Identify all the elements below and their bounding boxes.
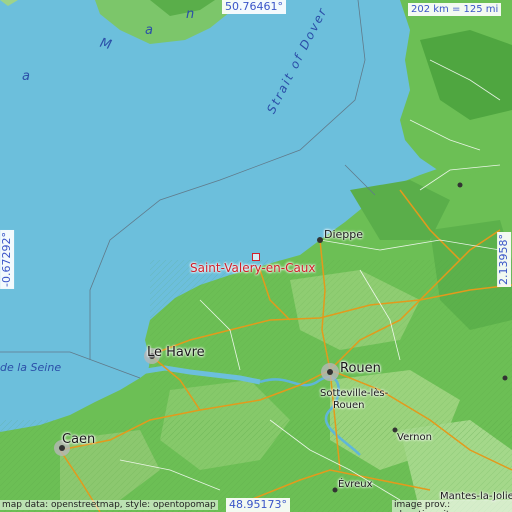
sea-letter-a1: a [22,69,30,84]
map-scale: 202 km = 125 mi [408,3,502,16]
baie-de-seine-label: de la Seine [0,361,62,374]
map-view[interactable]: 50.76461° 48.95173° -0.67292° 2.13958° 2… [0,0,512,512]
west-coordinate: -0.67292° [0,230,15,289]
south-coordinate: 48.95173° [226,498,290,512]
city-sotteville-rouen: Rouen [333,400,365,411]
city-evreux: Évreux [338,479,373,490]
city-rouen: Rouen [340,361,381,376]
east-coordinate: 2.13958° [497,232,512,287]
sea-letter-a2: a [145,23,153,38]
city-dieppe: Dieppe [324,228,364,241]
location-marker-icon[interactable] [252,253,260,261]
city-sotteville: Sotteville-lès- [320,388,389,399]
north-coordinate: 50.76461° [222,0,286,15]
main-place-label: Saint-Valery-en-Caux [190,261,316,275]
city-le-havre: Le Havre [147,345,205,360]
map-attribution: map data: openstreetmap, style: opentopo… [0,500,218,510]
city-caen: Caen [62,432,96,447]
sea-letter-n: n [186,7,195,22]
image-attribution: image prov.: elevation.city [392,500,512,512]
city-vernon: Vernon [397,432,432,443]
